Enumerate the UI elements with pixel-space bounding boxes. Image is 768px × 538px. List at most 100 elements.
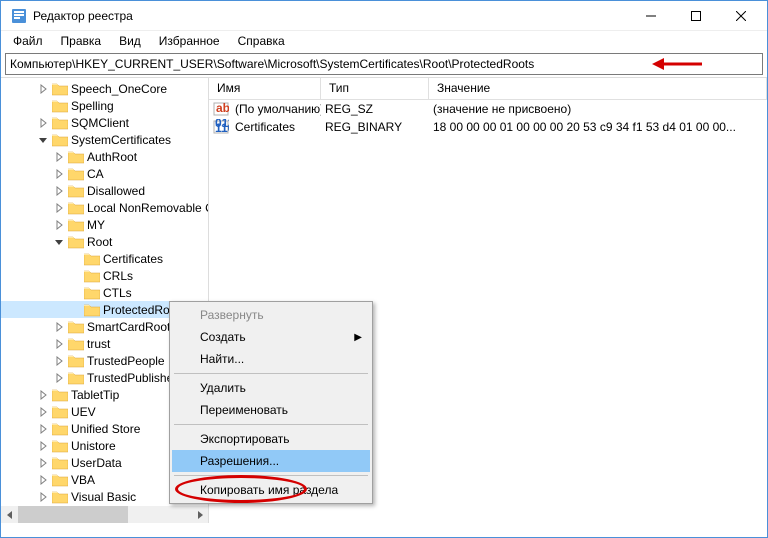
tree-item-label: Unistore bbox=[71, 439, 116, 453]
tree-item[interactable]: CTLs bbox=[1, 284, 208, 301]
tree-item-label: SQMClient bbox=[71, 116, 129, 130]
expander-icon[interactable] bbox=[37, 474, 49, 486]
expander-icon[interactable] bbox=[53, 202, 65, 214]
list-row[interactable]: 011110CertificatesREG_BINARY18 00 00 00 … bbox=[209, 118, 767, 136]
address-path: Компьютер\HKEY_CURRENT_USER\Software\Mic… bbox=[10, 57, 534, 71]
addressbar[interactable]: Компьютер\HKEY_CURRENT_USER\Software\Mic… bbox=[5, 53, 763, 75]
expander-icon[interactable] bbox=[53, 185, 65, 197]
expander-icon[interactable] bbox=[37, 389, 49, 401]
ctx-permissions[interactable]: Разрешения... bbox=[172, 450, 370, 472]
folder-icon bbox=[68, 184, 84, 198]
ctx-copy-key-name[interactable]: Копировать имя раздела bbox=[172, 479, 370, 501]
folder-icon bbox=[68, 150, 84, 164]
tree-item-label: TabletTip bbox=[71, 388, 119, 402]
tree-item[interactable]: Certificates bbox=[1, 250, 208, 267]
tree-item-label: Spelling bbox=[71, 99, 114, 113]
tree-item[interactable]: CRLs bbox=[1, 267, 208, 284]
expander-icon[interactable] bbox=[53, 151, 65, 163]
expander-icon bbox=[69, 287, 81, 299]
expander-icon[interactable] bbox=[53, 321, 65, 333]
svg-text:ab: ab bbox=[216, 101, 229, 115]
menu-file[interactable]: Файл bbox=[5, 32, 51, 50]
tree-item-label: CA bbox=[87, 167, 104, 181]
tree-item[interactable]: SystemCertificates bbox=[1, 131, 208, 148]
expander-icon[interactable] bbox=[53, 372, 65, 384]
expander-icon bbox=[69, 253, 81, 265]
folder-icon bbox=[52, 99, 68, 113]
expander-icon[interactable] bbox=[37, 83, 49, 95]
tree-item[interactable]: Spelling bbox=[1, 97, 208, 114]
expander-icon[interactable] bbox=[37, 457, 49, 469]
scrollbar-thumb[interactable] bbox=[18, 506, 128, 523]
tree-item[interactable]: AuthRoot bbox=[1, 148, 208, 165]
maximize-button[interactable] bbox=[673, 2, 718, 30]
value-type: REG_SZ bbox=[321, 102, 429, 116]
expander-icon[interactable] bbox=[37, 491, 49, 503]
scroll-right-button[interactable] bbox=[191, 506, 208, 523]
tree-item[interactable]: Disallowed bbox=[1, 182, 208, 199]
expander-icon[interactable] bbox=[37, 423, 49, 435]
menu-help[interactable]: Справка bbox=[230, 32, 293, 50]
tree-item-label: CTLs bbox=[103, 286, 132, 300]
expander-icon[interactable] bbox=[37, 440, 49, 452]
ctx-new[interactable]: Создать▶ bbox=[172, 326, 370, 348]
menu-view[interactable]: Вид bbox=[111, 32, 149, 50]
ctx-export[interactable]: Экспортировать bbox=[172, 428, 370, 450]
tree-item[interactable]: Root bbox=[1, 233, 208, 250]
tree-item-label: TrustedPublisher bbox=[87, 371, 177, 385]
ctx-rename[interactable]: Переименовать bbox=[172, 399, 370, 421]
expander-icon[interactable] bbox=[37, 117, 49, 129]
tree-item[interactable]: Local NonRemovable Ce bbox=[1, 199, 208, 216]
folder-icon bbox=[84, 269, 100, 283]
folder-icon bbox=[52, 439, 68, 453]
expander-icon[interactable] bbox=[53, 338, 65, 350]
expander-icon[interactable] bbox=[53, 355, 65, 367]
tree-item[interactable]: MY bbox=[1, 216, 208, 233]
folder-icon bbox=[84, 286, 100, 300]
tree-item[interactable]: Speech_OneCore bbox=[1, 80, 208, 97]
col-name-header[interactable]: Имя bbox=[209, 78, 321, 99]
list-row[interactable]: ab(По умолчанию)REG_SZ(значение не присв… bbox=[209, 100, 767, 118]
tree-item-label: VBA bbox=[71, 473, 95, 487]
folder-icon bbox=[52, 116, 68, 130]
tree-item-label: Visual Basic bbox=[71, 490, 136, 504]
menu-edit[interactable]: Правка bbox=[53, 32, 110, 50]
minimize-button[interactable] bbox=[628, 2, 673, 30]
tree-item-label: Root bbox=[87, 235, 112, 249]
folder-icon bbox=[52, 133, 68, 147]
tree-item-label: UEV bbox=[71, 405, 96, 419]
tree-item-label: SystemCertificates bbox=[71, 133, 171, 147]
col-type-header[interactable]: Тип bbox=[321, 78, 429, 99]
folder-icon bbox=[68, 201, 84, 215]
svg-text:110: 110 bbox=[215, 121, 229, 135]
col-value-header[interactable]: Значение bbox=[429, 78, 767, 99]
tree-item-label: TrustedPeople bbox=[87, 354, 165, 368]
tree-item-label: Local NonRemovable Ce bbox=[87, 201, 209, 215]
expander-icon[interactable] bbox=[37, 134, 49, 146]
tree-item-label: MY bbox=[87, 218, 105, 232]
binary-value-icon: 011110 bbox=[213, 119, 229, 135]
tree-item[interactable]: SQMClient bbox=[1, 114, 208, 131]
ctx-separator bbox=[174, 475, 368, 476]
ctx-find[interactable]: Найти... bbox=[172, 348, 370, 370]
expander-icon[interactable] bbox=[53, 219, 65, 231]
menu-favorites[interactable]: Избранное bbox=[151, 32, 228, 50]
tree-item-label: Disallowed bbox=[87, 184, 145, 198]
expander-icon bbox=[69, 304, 81, 316]
tree-item[interactable]: CA bbox=[1, 165, 208, 182]
folder-icon bbox=[52, 405, 68, 419]
context-menu: Развернуть Создать▶ Найти... Удалить Пер… bbox=[169, 301, 373, 504]
ctx-delete[interactable]: Удалить bbox=[172, 377, 370, 399]
folder-icon bbox=[52, 82, 68, 96]
close-button[interactable] bbox=[718, 2, 763, 30]
horizontal-scrollbar[interactable] bbox=[1, 506, 208, 523]
folder-icon bbox=[68, 218, 84, 232]
expander-icon[interactable] bbox=[37, 406, 49, 418]
list-header: Имя Тип Значение bbox=[209, 78, 767, 100]
scroll-left-button[interactable] bbox=[1, 506, 18, 523]
tree-item-label: Certificates bbox=[103, 252, 163, 266]
value-name: (По умолчанию) bbox=[231, 102, 321, 116]
expander-icon[interactable] bbox=[53, 168, 65, 180]
expander-icon[interactable] bbox=[53, 236, 65, 248]
expander-icon bbox=[37, 100, 49, 112]
